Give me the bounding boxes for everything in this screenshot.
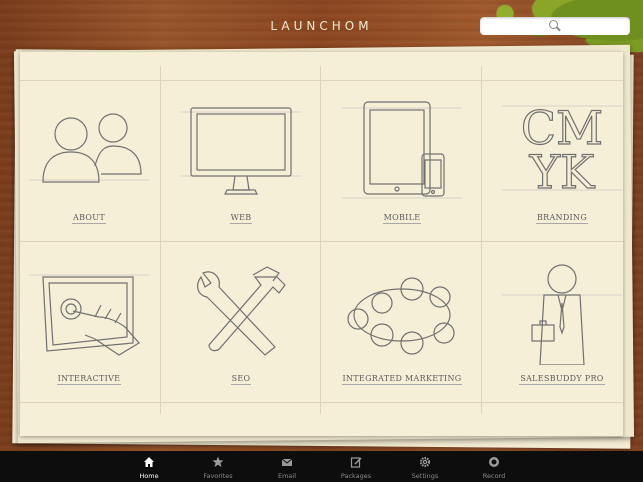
grid-item-integrated-marketing[interactable]: INTEGRATED MARKETING — [322, 241, 482, 401]
salesman-icon — [502, 264, 622, 365]
tablet-phone-icon — [342, 101, 462, 199]
tab-label: Record — [482, 472, 506, 480]
grid-item-label: BRANDING — [535, 213, 589, 224]
services-grid: ABOUT WEB MOBILE CM YK BRANDING INTERACT… — [20, 52, 623, 436]
grid-item-about[interactable]: ABOUT — [9, 80, 169, 240]
email-icon — [281, 458, 293, 466]
grid-item-mobile[interactable]: MOBILE — [322, 80, 482, 240]
tab-email[interactable]: Email — [253, 451, 321, 482]
grid-item-label: SEO — [230, 374, 252, 385]
tab-label: Home — [139, 472, 159, 480]
grid-item-branding[interactable]: CM YK BRANDING — [482, 80, 642, 240]
grid-item-interactive[interactable]: INTERACTIVE — [9, 241, 169, 401]
people-icon — [29, 113, 149, 183]
tab-label: Email — [277, 472, 297, 480]
svg-text:YK: YK — [529, 145, 596, 199]
tab-settings[interactable]: Settings — [391, 451, 459, 482]
grid-item-label: MOBILE — [382, 213, 422, 224]
tools-icon — [197, 266, 286, 356]
tab-label: Settings — [411, 472, 439, 480]
tab-home[interactable]: Home — [115, 451, 183, 482]
record-icon — [489, 457, 499, 467]
grid-item-seo[interactable]: SEO — [161, 241, 321, 401]
grid-item-label: INTERACTIVE — [56, 374, 122, 385]
grid-item-label: SALESBUDDY PRO — [519, 374, 605, 385]
meeting-table-icon — [347, 277, 455, 355]
tab-label: Favorites — [203, 472, 233, 480]
grid-item-label: ABOUT — [72, 213, 106, 224]
star-icon — [212, 456, 224, 467]
tab-favorites[interactable]: Favorites — [184, 451, 252, 482]
tab-label: Packages — [340, 472, 372, 480]
bottom-tab-bar: Home Favorites Email Packages Settings R… — [0, 451, 643, 482]
grid-item-web[interactable]: WEB — [161, 80, 321, 240]
grid-item-salesbuddy-pro[interactable]: SALESBUDDY PRO — [482, 241, 642, 401]
touchscreen-icon — [29, 274, 149, 356]
packages-icon — [350, 457, 362, 468]
grid-divider — [20, 402, 623, 403]
main-paper-sheet: ABOUT WEB MOBILE CM YK BRANDING INTERACT… — [20, 52, 623, 436]
gear-icon — [419, 456, 431, 468]
grid-item-label: INTEGRATED MARKETING — [341, 374, 463, 385]
tab-record[interactable]: Record — [460, 451, 528, 482]
monitor-icon — [181, 107, 301, 195]
search-icon — [549, 20, 558, 29]
search-input[interactable] — [480, 17, 630, 35]
tab-packages[interactable]: Packages — [322, 451, 390, 482]
home-icon — [144, 457, 154, 467]
grid-item-label: WEB — [229, 213, 253, 224]
cmyk-icon: CM YK — [502, 100, 622, 200]
